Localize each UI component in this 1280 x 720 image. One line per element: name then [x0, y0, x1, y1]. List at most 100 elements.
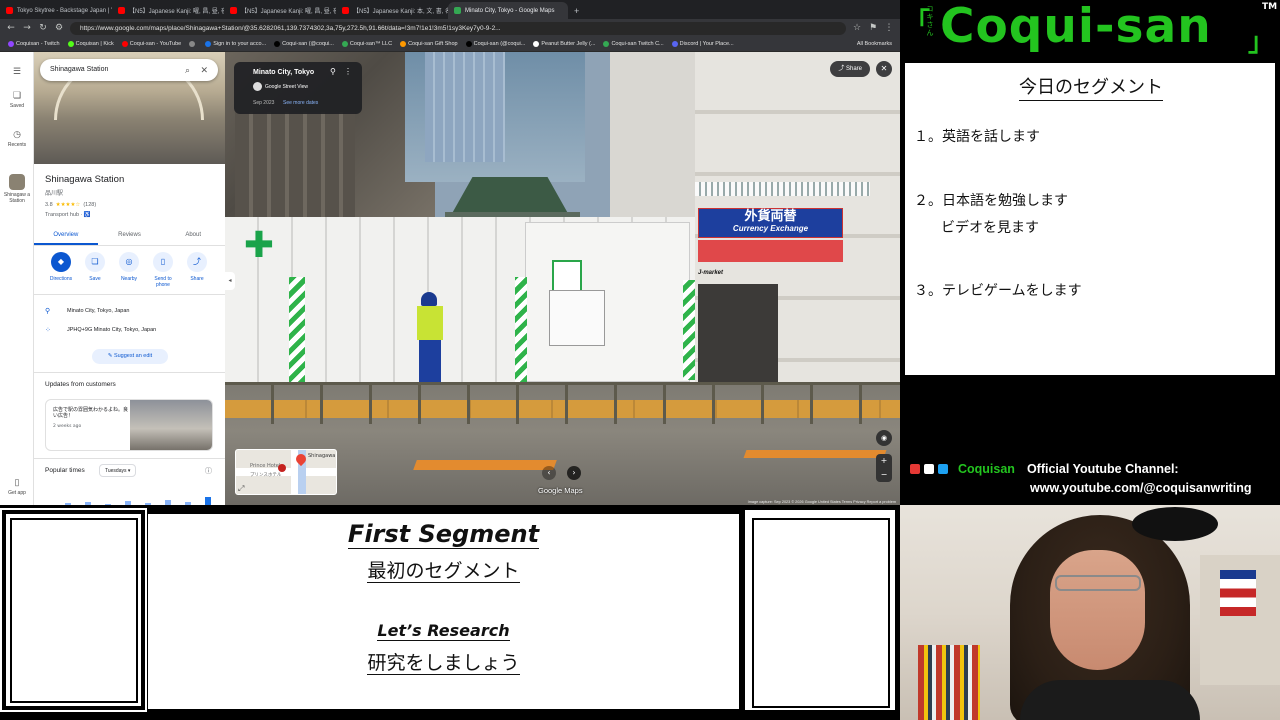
send-to-phone-button[interactable]: ▯ Send to phone: [148, 252, 178, 288]
nearby-button[interactable]: ◎ Nearby: [114, 252, 144, 282]
place-tabs: Overview Reviews About: [34, 228, 225, 246]
street-view-icon: [253, 82, 262, 91]
site-info-icon[interactable]: ⚙: [54, 23, 64, 33]
browser-tab[interactable]: 【N5】Japanese Kanji: 曜, 昌, 昼, 夜, ...: [224, 2, 336, 19]
save-button[interactable]: ❏ Save: [80, 252, 110, 282]
bookmark-favicon-icon: [400, 41, 407, 47]
agenda-item: １。英語を話します: [914, 129, 1040, 145]
browser-tab[interactable]: 【N5】Japanese Kanji: 本, 文, 書, 名, ...: [336, 2, 448, 19]
phone-icon: ▯: [14, 477, 20, 487]
see-more-dates-link[interactable]: See more dates: [283, 100, 318, 106]
histogram-bar: [205, 497, 211, 505]
browser-tab[interactable]: Minato City, Tokyo - Google Maps: [448, 2, 568, 19]
share-icon: ⤴: [838, 66, 846, 72]
histogram-bar: [85, 502, 91, 505]
browser-tab[interactable]: 【N5】Japanese Kanji: 曜, 昌, 昼, 夜, ...: [112, 2, 224, 19]
bookmark-item[interactable]: Coqui-san™ LLC: [341, 41, 392, 47]
zoom-controls[interactable]: + −: [876, 454, 892, 482]
suggest-edit-button[interactable]: ✎ Suggest an edit: [92, 349, 168, 364]
menu-icon[interactable]: ⋮: [884, 23, 894, 33]
channel-url: www.youtube.com/@coquisanwriting: [1030, 481, 1252, 495]
search-input[interactable]: Shinagawa Station ⌕ ✕: [40, 59, 218, 81]
plus-code-row[interactable]: ⁘ JPHQ+9G Minato City, Tokyo, Japan: [45, 326, 156, 334]
temple-roof: [450, 177, 570, 217]
next-arrow-button[interactable]: ›: [567, 466, 581, 480]
tab-reviews[interactable]: Reviews: [98, 228, 162, 245]
logo-kana: コキさん: [926, 5, 934, 37]
plus-code-icon: ⁘: [45, 327, 51, 334]
rating-row: 3.8 ★★★★☆ (128): [45, 202, 97, 208]
street-view-info-card: Minato City, Tokyo ⚲ ⋮ Google Street Vie…: [234, 62, 362, 114]
street-view[interactable]: 外貨両替 Currency Exchange J-market ✚ Minato…: [225, 52, 900, 505]
bookmark-item[interactable]: Coqui-san (@coqui...: [274, 41, 334, 47]
expand-map-icon[interactable]: ⤢: [238, 484, 244, 494]
bookmark-star-icon[interactable]: ☆: [852, 23, 862, 33]
directions-button[interactable]: ◆ Directions: [46, 252, 76, 282]
google-maps-logo: Google Maps: [538, 486, 583, 495]
zoom-out-button[interactable]: −: [876, 468, 892, 482]
place-panel: Shinagawa Station ⌕ ✕ Shinagawa Station …: [34, 52, 225, 505]
menu-button[interactable]: ☰: [0, 66, 34, 79]
bookmark-item[interactable]: Discord | Your Place...: [671, 41, 734, 47]
zoom-in-button[interactable]: +: [876, 454, 892, 468]
tab-favicon-icon: [342, 7, 349, 14]
reload-icon[interactable]: ↻: [38, 23, 48, 33]
close-street-view-button[interactable]: ✕: [876, 61, 892, 77]
tab-favicon-icon: [6, 7, 13, 14]
bookmark-item[interactable]: Coquisan - Twitch: [8, 41, 60, 47]
bookmark-favicon-icon: [533, 41, 540, 47]
bookmark-item[interactable]: Coqui-san - YouTube: [121, 41, 181, 47]
shop-entrance: [698, 284, 778, 382]
back-icon[interactable]: ←: [6, 23, 16, 33]
permit-board: [549, 290, 605, 346]
address-row[interactable]: ⚲ Minato City, Tokyo, Japan: [45, 307, 129, 315]
forward-icon[interactable]: →: [22, 23, 32, 33]
bookmark-item[interactable]: Sign in to your acco...: [205, 41, 266, 47]
tab-favicon-icon: [454, 7, 461, 14]
bookmark-favicon-icon: [603, 41, 610, 47]
bookmark-item[interactable]: Coqui-san Gift Shop: [400, 41, 458, 47]
review-count[interactable]: (128): [83, 202, 96, 208]
place-title-jp: 品川駅: [45, 191, 64, 197]
compass-icon[interactable]: ◉: [876, 430, 892, 446]
star-rating-icon: ★★★★☆: [55, 202, 81, 208]
collapse-panel-button[interactable]: ◂: [225, 272, 235, 290]
segment-label: Let’s Research: [377, 621, 510, 641]
bookmark-icon: ❏: [85, 252, 105, 272]
recents-button[interactable]: ◷ Recents: [0, 129, 34, 148]
bookmark-item[interactable]: Coqui-san (@coqui...: [465, 41, 525, 47]
browser-tab[interactable]: Tokyo Skytree - Backstage Japan | Y...: [0, 2, 112, 19]
location-pin-icon[interactable]: ⚲: [330, 67, 336, 76]
glass-tower: [425, 52, 505, 162]
get-app-button[interactable]: ▯ Get app: [0, 477, 34, 496]
tab-about[interactable]: About: [161, 228, 225, 245]
all-bookmarks-button[interactable]: All Bookmarks: [857, 41, 892, 47]
bookmark-item[interactable]: Coqui-san Twitch C...: [603, 41, 664, 47]
search-icon[interactable]: ⌕: [185, 59, 190, 81]
update-card[interactable]: 広告で駅の雰囲気わかるよね。良い広告！ 2 weeks ago: [45, 399, 213, 451]
day-select[interactable]: Tuesdays ▾: [99, 464, 137, 477]
red-banner: [698, 240, 843, 262]
bookmark-item[interactable]: Coquisan | Kick: [67, 41, 114, 47]
new-tab-button[interactable]: +: [568, 2, 585, 19]
share-button[interactable]: ⤴ Share: [182, 252, 212, 282]
bookmarks-bar: Coquisan - Twitch Coquisan | Kick Coqui-sa…: [0, 37, 900, 52]
bookmark-favicon-icon: [274, 41, 281, 47]
flag-icon: [1220, 570, 1256, 616]
share-button[interactable]: ⤴ Share: [830, 61, 870, 77]
bookmark-item[interactable]: [189, 41, 197, 47]
recent-place-button[interactable]: Shinagaw a Station: [0, 174, 34, 204]
close-icon[interactable]: ✕: [200, 59, 208, 81]
saved-button[interactable]: ❏ Saved: [0, 90, 34, 109]
bookmark-item[interactable]: Peanut Butter Jelly (...: [533, 41, 595, 47]
road-marking: [743, 450, 887, 458]
extensions-icon[interactable]: ⚑: [868, 23, 878, 33]
street-view-minimap[interactable]: Shinagawa Prince Hotel プリンスホテル ⤢: [235, 449, 337, 495]
histogram-bar: [165, 500, 171, 505]
address-bar[interactable]: https://www.google.com/maps/place/Shinag…: [70, 21, 846, 35]
previous-arrow-button[interactable]: ‹: [542, 466, 556, 480]
tab-overview[interactable]: Overview: [34, 228, 98, 245]
history-icon: ◷: [13, 129, 21, 139]
info-icon[interactable]: ⓘ: [205, 466, 212, 476]
more-options-icon[interactable]: ⋮: [344, 67, 352, 76]
